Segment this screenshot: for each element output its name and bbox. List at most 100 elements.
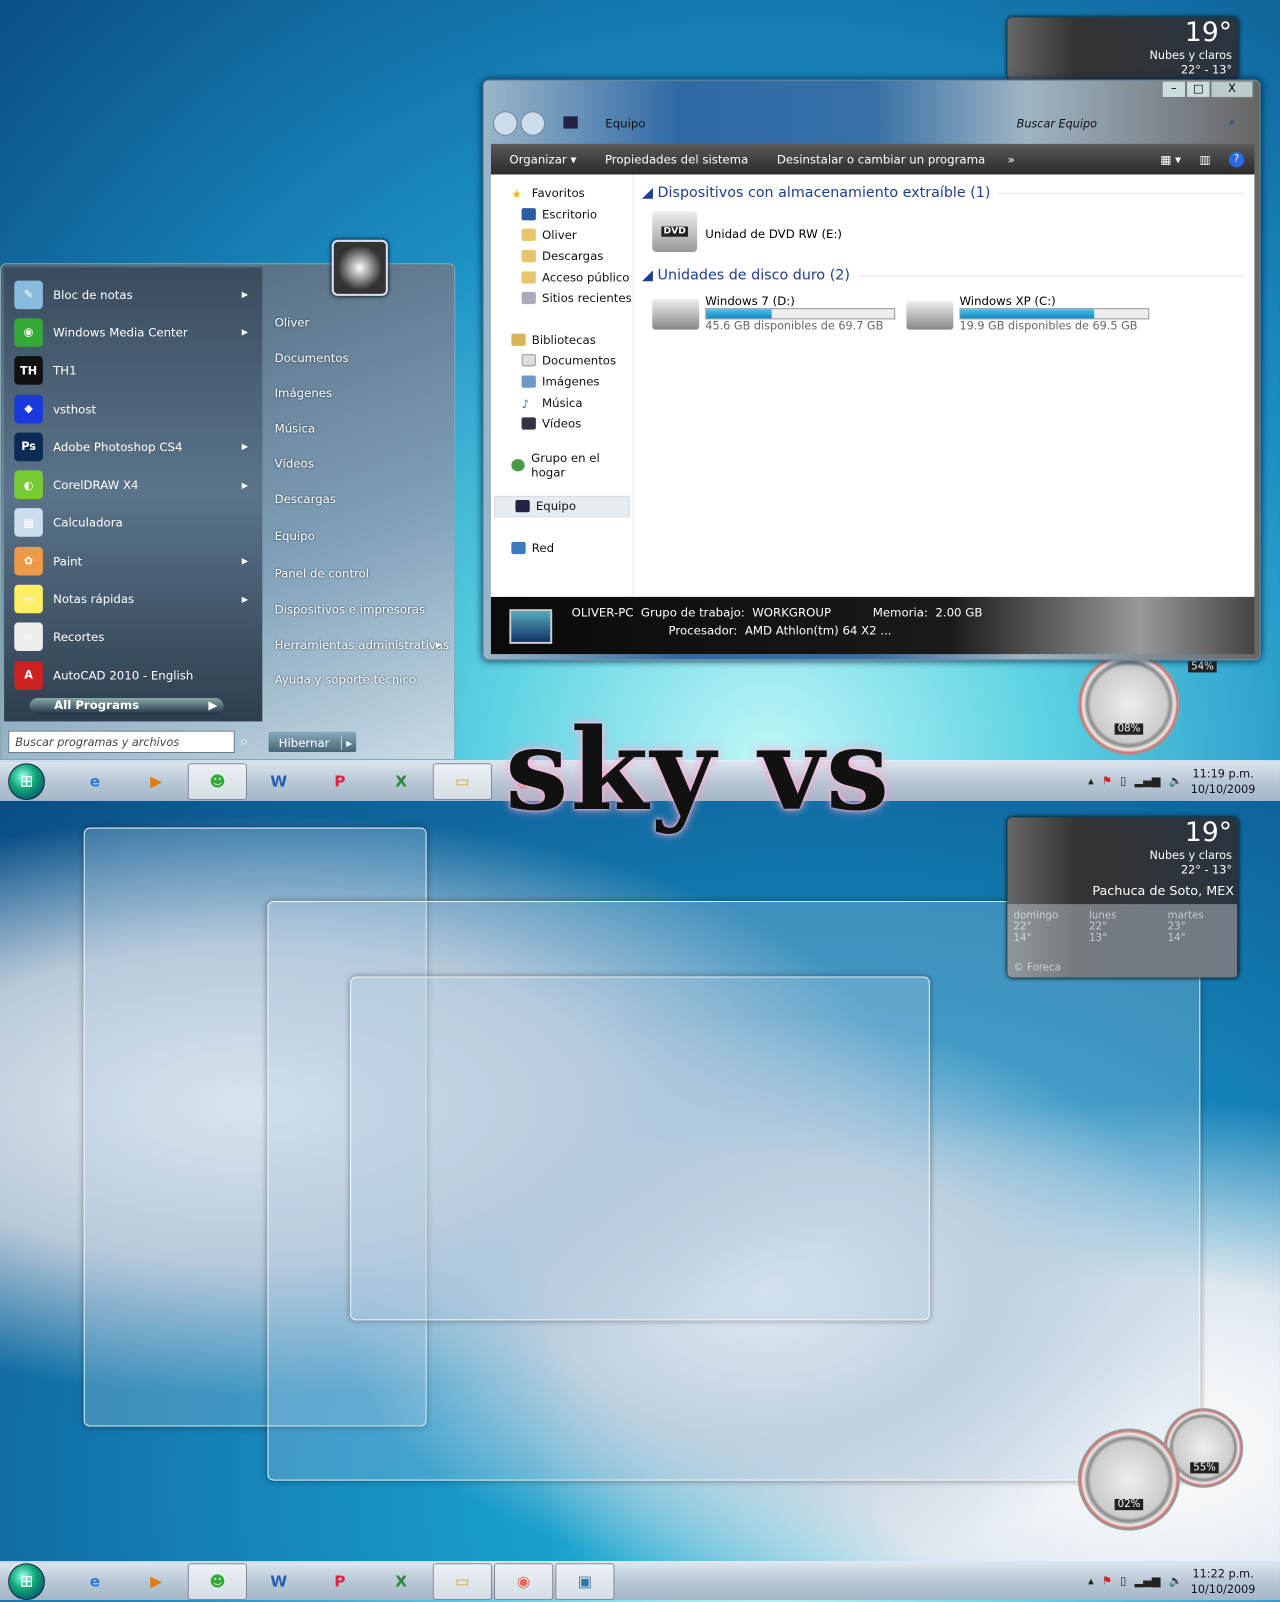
start-link[interactable]: Descargas	[262, 481, 454, 516]
word-taskbar-icon[interactable]: W	[249, 1563, 308, 1600]
powerpoint-taskbar-icon[interactable]: P	[310, 1563, 369, 1600]
preview-pane-icon[interactable]: ▥	[1199, 152, 1210, 166]
help-icon[interactable]: ?	[1228, 151, 1245, 167]
user-picture[interactable]	[331, 239, 388, 296]
nav-homegroup[interactable]: Grupo en el hogar	[491, 451, 633, 479]
program-item[interactable]: ◉ Windows Media Center ▶	[4, 314, 262, 352]
start-link[interactable]: Imágenes	[262, 376, 454, 411]
start-search-input[interactable]: Buscar programas y archivos	[8, 730, 235, 754]
more-button[interactable]: »	[1008, 152, 1015, 166]
drive-d[interactable]: Windows 7 (D:) 45.6 GB disponibles de 69…	[705, 294, 896, 333]
messenger-taskbar-icon[interactable]: ☻	[187, 762, 248, 800]
start-link[interactable]: Vídeos	[262, 446, 454, 481]
start-link[interactable]: Oliver	[262, 305, 454, 340]
network-icon[interactable]: ▂▄▆	[1135, 774, 1161, 787]
program-item[interactable]: ✂ Recortes	[4, 618, 262, 656]
hdd-group-header[interactable]: ◢ Unidades de disco duro (2)	[642, 267, 1244, 283]
ie-taskbar-icon[interactable]: e	[65, 1563, 124, 1600]
nav-item[interactable]: Imágenes	[491, 371, 633, 392]
program-item[interactable]: ✿ Paint ▶	[4, 542, 262, 580]
search-input[interactable]: Buscar Equipo	[1017, 117, 1097, 130]
organize-button[interactable]: Organizar ▾	[509, 152, 576, 166]
weather-gadget-expanded[interactable]: 19° Nubes y claros 22° - 13° Pachuca de …	[1007, 817, 1239, 978]
action-center-icon[interactable]: ⚑	[1102, 1574, 1112, 1587]
volume-icon[interactable]: 🔈	[1169, 1574, 1183, 1587]
start-link[interactable]: Equipo	[262, 516, 454, 554]
nav-favorites[interactable]: ★ Favoritos	[491, 183, 633, 204]
explorer-taskbar-icon[interactable]: ▭	[432, 1562, 492, 1600]
search-icon[interactable]: ⌕	[1229, 115, 1235, 129]
start-link[interactable]: Herramientas administrativas ▶	[262, 627, 454, 662]
forward-button[interactable]	[520, 111, 546, 136]
program-item[interactable]: TH TH1	[4, 352, 262, 390]
remote-desktop-taskbar-icon[interactable]: ▣	[555, 1562, 615, 1600]
program-item[interactable]: ▦ Calculadora	[4, 504, 262, 542]
dvd-drive[interactable]: Unidad de DVD RW (E:)	[705, 227, 842, 241]
explorer-taskbar-icon[interactable]: ▭	[432, 762, 492, 800]
start-button[interactable]: ⊞	[8, 1562, 45, 1600]
nav-item[interactable]: Escritorio	[491, 204, 633, 225]
taskbar-bottom: ⊞ e ▶ ☻ W P X ▭ ◉ ▣ ▴ ⚑ ▯ ▂▄▆ 🔈 11:22 p.…	[0, 1561, 1280, 1600]
uninstall-program-button[interactable]: Desinstalar o cambiar un programa	[777, 152, 985, 166]
forecast-credit[interactable]: © Foreca	[1014, 962, 1061, 973]
start-link[interactable]: Ayuda y soporte técnico	[262, 662, 454, 697]
removable-group-header[interactable]: ◢ Dispositivos con almacenamiento extraí…	[642, 185, 1244, 201]
weather-gadget[interactable]: 19° Nubes y claros 22° - 13°	[1007, 17, 1239, 80]
nav-item[interactable]: Oliver	[491, 225, 633, 246]
show-hidden-icons[interactable]: ▴	[1088, 774, 1094, 787]
word-taskbar-icon[interactable]: W	[249, 763, 308, 800]
nav-network[interactable]: Red	[491, 537, 633, 558]
media-player-taskbar-icon[interactable]: ▶	[127, 763, 186, 800]
all-programs-button[interactable]: All Programs ▶	[29, 697, 224, 715]
messenger-taskbar-icon[interactable]: ☻	[187, 1562, 248, 1600]
drive-c[interactable]: Windows XP (C:) 19.9 GB disponibles de 6…	[959, 294, 1150, 333]
start-link[interactable]: Panel de control	[262, 554, 454, 592]
snipping-tool-icon: ✂	[14, 622, 43, 652]
nav-item[interactable]: Documentos	[491, 350, 633, 371]
program-item[interactable]: Ps Adobe Photoshop CS4 ▶	[4, 428, 262, 466]
excel-taskbar-icon[interactable]: X	[372, 1563, 431, 1600]
network-icon[interactable]: ▂▄▆	[1135, 1574, 1161, 1587]
back-button[interactable]	[492, 111, 518, 136]
cpu-gauge[interactable]: 02%	[1077, 1428, 1180, 1531]
volume-icon[interactable]: 🔈	[1169, 774, 1183, 787]
power-icon[interactable]: ▯	[1120, 1574, 1126, 1587]
media-player-taskbar-icon[interactable]: ▶	[127, 1563, 186, 1600]
nav-libraries[interactable]: Bibliotecas	[491, 329, 633, 350]
minimize-button[interactable]: –	[1161, 80, 1187, 98]
firefox-taskbar-icon[interactable]: ◉	[494, 1562, 554, 1600]
ie-taskbar-icon[interactable]: e	[65, 763, 124, 800]
nav-item[interactable]: Vídeos	[491, 413, 633, 434]
nav-item[interactable]: Sitios recientes	[491, 288, 633, 309]
address-bar[interactable]: Equipo	[605, 116, 645, 130]
close-button[interactable]: X	[1210, 80, 1254, 98]
action-center-icon[interactable]: ⚑	[1102, 774, 1112, 787]
maximize-button[interactable]: □	[1186, 80, 1211, 98]
show-hidden-icons[interactable]: ▴	[1088, 1574, 1094, 1587]
start-link[interactable]: Música	[262, 411, 454, 446]
power-icon[interactable]: ▯	[1120, 774, 1126, 787]
glass-window[interactable]	[350, 976, 930, 1321]
nav-item[interactable]: Acceso público	[491, 267, 633, 288]
nav-item[interactable]: Descargas	[491, 246, 633, 267]
program-item[interactable]: A AutoCAD 2010 - English	[4, 656, 262, 694]
program-item[interactable]: ◐ CorelDRAW X4 ▶	[4, 466, 262, 504]
program-item[interactable]: ◆ vsthost	[4, 390, 262, 428]
nav-item[interactable]: ♪ Música	[491, 392, 633, 413]
clock[interactable]: 11:19 p.m. 10/10/2009	[1191, 766, 1256, 797]
clock[interactable]: 11:22 p.m. 10/10/2009	[1191, 1566, 1256, 1597]
powerpoint-taskbar-icon[interactable]: P	[310, 763, 369, 800]
excel-taskbar-icon[interactable]: X	[372, 763, 431, 800]
cpu-gauge[interactable]: 08%	[1077, 653, 1180, 756]
program-label: Recortes	[53, 629, 105, 645]
view-options-icon[interactable]: ▦ ▾	[1160, 152, 1181, 166]
start-button[interactable]: ⊞	[8, 762, 45, 800]
start-link[interactable]: Dispositivos e impresoras	[262, 592, 454, 627]
program-item[interactable]: ✎ Bloc de notas ▶	[4, 276, 262, 314]
start-link[interactable]: Documentos	[262, 340, 454, 375]
hibernate-button[interactable]: Hibernar ▸	[267, 730, 358, 754]
nav-computer[interactable]: Equipo	[494, 496, 630, 518]
program-item[interactable]: ▭ Notas rápidas ▶	[4, 580, 262, 618]
search-icon[interactable]: ⌕	[240, 732, 249, 750]
system-properties-button[interactable]: Propiedades del sistema	[605, 152, 748, 166]
